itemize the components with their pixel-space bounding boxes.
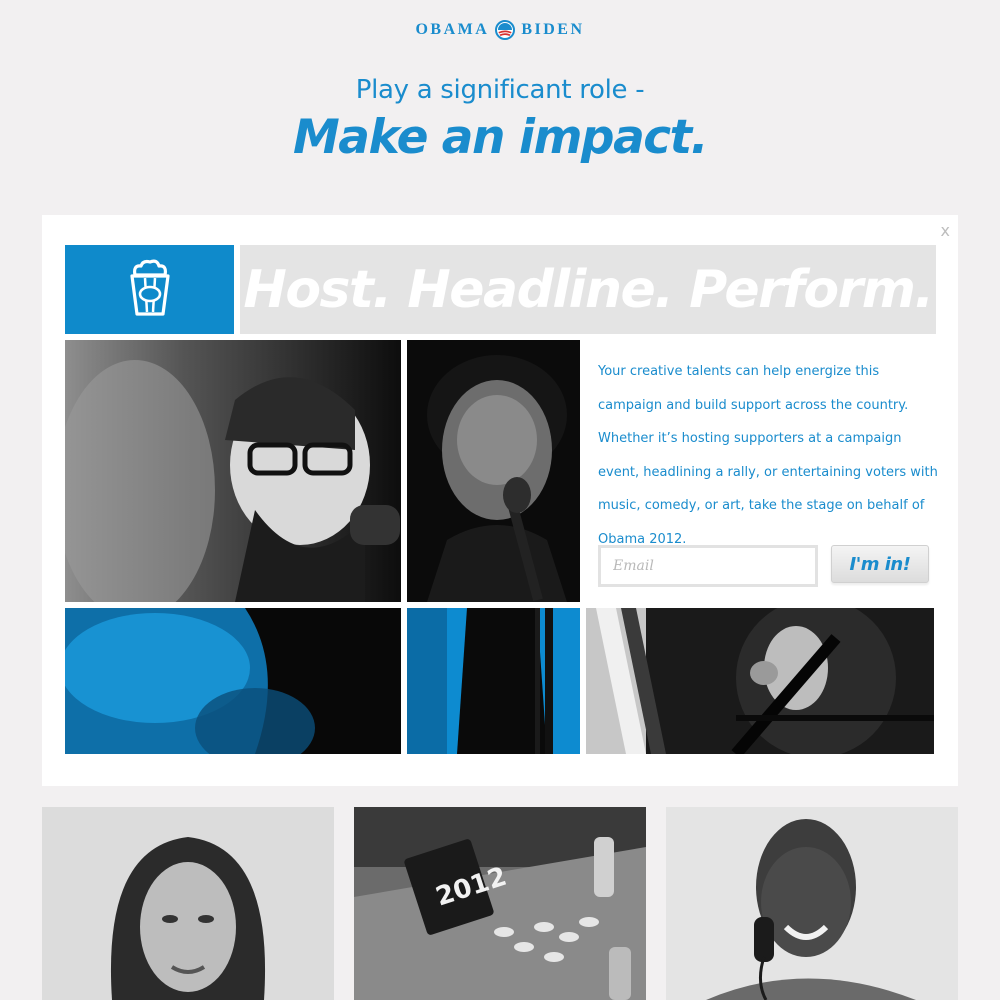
- close-button[interactable]: x: [941, 221, 950, 240]
- woman-portrait-photo[interactable]: [42, 807, 334, 1000]
- tagline: Play a significant role -: [355, 75, 645, 105]
- popcorn-icon: [127, 259, 173, 321]
- man-with-microphone-photo: [65, 340, 401, 602]
- signup-card: x Host. Headline. Perform. Your creative…: [42, 215, 958, 786]
- obama-o-logo-icon: [495, 20, 516, 40]
- woman-singing-flag-photo: [586, 608, 934, 754]
- woman-singing-photo: [407, 340, 580, 602]
- logo-text-obama: OBAMA: [415, 21, 490, 38]
- popcorn-icon-box: [65, 245, 234, 334]
- man-on-phone-photo[interactable]: [666, 807, 958, 1000]
- blue-blur-photo: [65, 608, 401, 754]
- im-in-button[interactable]: I'm in!: [831, 545, 929, 583]
- email-field[interactable]: [598, 545, 818, 587]
- blue-microphone-stand-photo: [407, 608, 580, 754]
- campaign-description: Your creative talents can help energize …: [598, 364, 938, 547]
- logo-text-biden: BIDEN: [521, 21, 585, 38]
- page-headline: Make an impact.: [293, 110, 708, 165]
- campaign-buttons-2012-photo[interactable]: 2012: [354, 807, 646, 1000]
- obama-biden-logo[interactable]: OBAMA BIDEN: [0, 20, 1000, 40]
- host-headline-perform-banner: Host. Headline. Perform.: [240, 245, 936, 334]
